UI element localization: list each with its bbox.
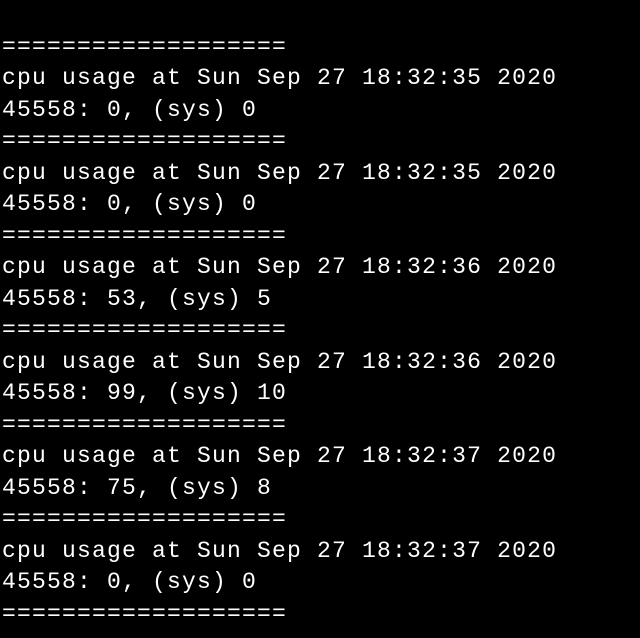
- separator-line: ===================: [2, 601, 287, 627]
- cpu-usage-values: 45558: 99, (sys) 10: [2, 380, 287, 406]
- cpu-usage-header: cpu usage at Sun Sep 27 18:32:35 2020: [2, 160, 557, 186]
- separator-line: ===================: [2, 317, 287, 343]
- cpu-usage-header: cpu usage at Sun Sep 27 18:32:37 2020: [2, 443, 557, 469]
- separator-line: ===================: [2, 34, 287, 60]
- cpu-usage-header: cpu usage at Sun Sep 27 18:32:36 2020: [2, 254, 557, 280]
- separator-line: ===================: [2, 128, 287, 154]
- cpu-usage-values: 45558: 0, (sys) 0: [2, 191, 257, 217]
- cpu-usage-header: cpu usage at Sun Sep 27 18:32:35 2020: [2, 65, 557, 91]
- cpu-usage-values: 45558: 0, (sys) 0: [2, 569, 257, 595]
- terminal-output: =================== cpu usage at Sun Sep…: [0, 0, 640, 630]
- separator-line: ===================: [2, 412, 287, 438]
- cpu-usage-header: cpu usage at Sun Sep 27 18:32:36 2020: [2, 349, 557, 375]
- cpu-usage-values: 45558: 53, (sys) 5: [2, 286, 272, 312]
- cpu-usage-values: 45558: 75, (sys) 8: [2, 475, 272, 501]
- separator-line: ===================: [2, 223, 287, 249]
- cpu-usage-values: 45558: 0, (sys) 0: [2, 97, 257, 123]
- separator-line: ===================: [2, 506, 287, 532]
- cpu-usage-header: cpu usage at Sun Sep 27 18:32:37 2020: [2, 538, 557, 564]
